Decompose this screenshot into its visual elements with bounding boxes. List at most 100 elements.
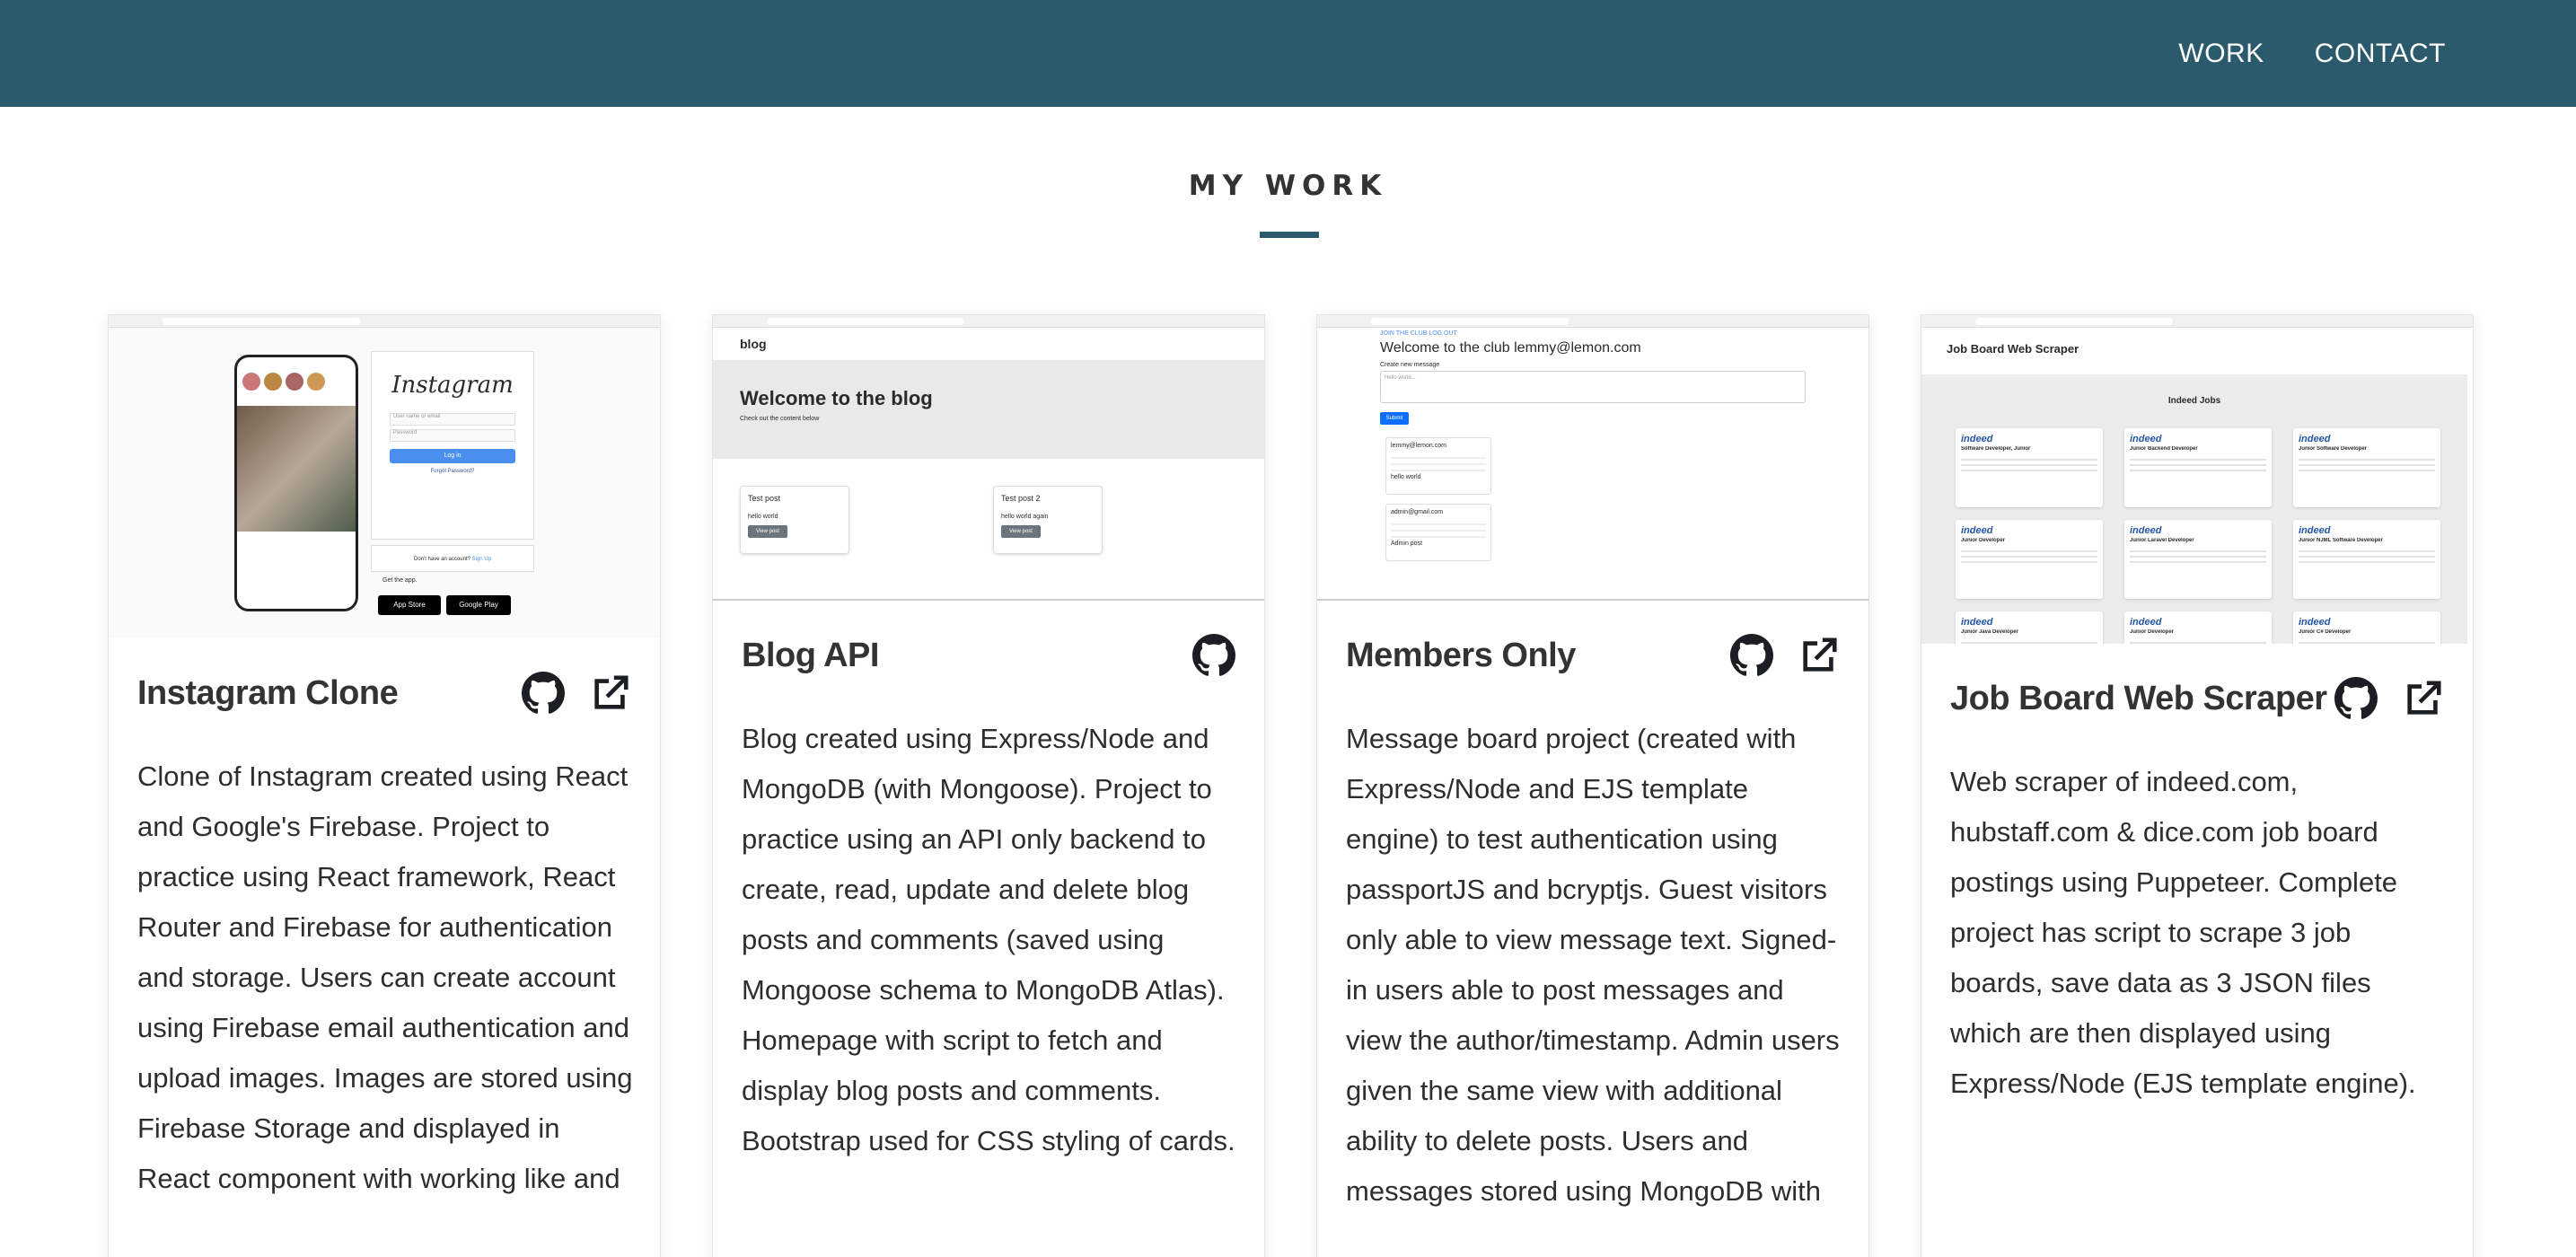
- top-nav-bar: WORK CONTACT: [0, 0, 2576, 107]
- thumb-create-label: Create new message: [1380, 362, 1440, 368]
- thumb-job-title: Junior Backend Developer: [2130, 446, 2198, 452]
- thumb-job-title: Junior Developer: [2130, 629, 2175, 635]
- github-icon[interactable]: [2334, 677, 2378, 720]
- project-description: Clone of Instagram created using React a…: [137, 760, 633, 1194]
- thumb-job-title: Junior NJML Software Developer: [2299, 538, 2383, 543]
- thumb-nav-links: JOIN THE CLUB LOG OUT: [1380, 330, 1457, 337]
- thumb-post-body: hello world: [748, 514, 778, 520]
- project-description: Blog created using Express/Node and Mong…: [742, 723, 1235, 1156]
- thumb-jobs-area: Indeed Jobs indeed Software Developer, Ju…: [1921, 374, 2467, 644]
- thumb-google-play: Google Play: [446, 595, 511, 615]
- project-links: [1730, 634, 1840, 677]
- project-card-job-board-scraper: Job Board Web Scraper Indeed Jobs indeed…: [1921, 314, 2474, 1257]
- thumb-get-app: Get the app.: [382, 577, 418, 584]
- thumb-post-card: Test post 2 hello world again View post: [993, 486, 1103, 554]
- section-title: MY WORK: [1188, 170, 1388, 202]
- project-screenshot[interactable]: Instagram User name or email Password Lo…: [109, 315, 660, 638]
- browser-chrome: [1317, 315, 1868, 328]
- indeed-logo: indeed: [2130, 617, 2162, 628]
- thumb-job-details: [1961, 455, 2097, 471]
- thumb-job-details: [2299, 455, 2435, 471]
- thumb-job-card: indeed Junior Backend Developer: [2124, 428, 2272, 507]
- thumb-view-button: View post: [748, 525, 787, 538]
- thumb-email-input: User name or email: [390, 413, 515, 426]
- thumb-job-details: [2299, 547, 2435, 563]
- nav-link-contact[interactable]: CONTACT: [2315, 39, 2446, 69]
- thumb-jobs-title: Indeed Jobs: [2167, 396, 2221, 406]
- thumb-submit-button: Submit: [1380, 412, 1409, 425]
- github-icon[interactable]: [522, 672, 565, 715]
- project-links: [1192, 634, 1235, 677]
- card-header: Job Board Web Scraper: [1950, 677, 2444, 720]
- indeed-logo: indeed: [2130, 525, 2162, 536]
- project-card-members-only: JOIN THE CLUB LOG OUT Welcome to the clu…: [1316, 314, 1869, 1257]
- thumb-hero-title: Welcome to the blog: [740, 387, 933, 409]
- thumb-hero-sub: Check out the content below: [740, 416, 820, 422]
- thumb-job-title: Junior C# Developer: [2299, 629, 2352, 635]
- thumb-post-title: Test post 2: [1001, 494, 1041, 503]
- thumb-message-body: Admin post: [1391, 541, 1423, 547]
- project-card-instagram: Instagram User name or email Password Lo…: [108, 314, 661, 1257]
- thumb-job-title: Junior Developer: [1961, 538, 2006, 543]
- thumb-blog-brand: blog: [740, 337, 767, 351]
- thumb-job-details: [1961, 547, 2097, 563]
- project-title: Instagram Clone: [137, 673, 399, 712]
- indeed-logo: indeed: [1961, 434, 1993, 444]
- external-link-icon[interactable]: [590, 672, 631, 714]
- thumb-message-author: lemmy@lemon.com: [1391, 443, 1446, 449]
- thumb-message-card: admin@gmail.com Admin post: [1385, 504, 1491, 561]
- indeed-logo: indeed: [2299, 525, 2331, 536]
- thumb-app-store: App Store: [378, 595, 441, 615]
- thumb-job-title: Junior Java Developer: [1961, 629, 2019, 635]
- indeed-logo: indeed: [2299, 617, 2331, 628]
- thumb-signup-prompt: Don't have an account?: [414, 557, 470, 562]
- github-icon[interactable]: [1730, 634, 1773, 677]
- thumb-job-title: Junior Software Developer: [2299, 446, 2368, 452]
- thumb-job-details: [2130, 547, 2266, 563]
- thumb-job-card: indeed Junior NJML Software Developer: [2293, 520, 2440, 599]
- project-card-blog-api: blog Welcome to the blog Check out the c…: [712, 314, 1265, 1257]
- thumb-job-details: [1961, 638, 2097, 644]
- login-panel: Instagram User name or email Password Lo…: [371, 351, 534, 540]
- browser-chrome: [109, 315, 660, 328]
- project-title: Blog API: [742, 636, 879, 674]
- project-screenshot[interactable]: blog Welcome to the blog Check out the c…: [713, 315, 1264, 601]
- thumb-job-title: Junior Laravel Developer: [2130, 538, 2194, 543]
- nav-link-work[interactable]: WORK: [2178, 39, 2264, 69]
- thumb-password-input: Password: [390, 429, 515, 442]
- github-icon[interactable]: [1192, 634, 1235, 677]
- thumb-job-card: indeed Junior Developer: [1956, 520, 2103, 599]
- thumb-job-card: indeed Software Developer, Junior: [1956, 428, 2103, 507]
- project-links: [522, 672, 631, 715]
- thumb-message-card: lemmy@lemon.com hello world: [1385, 437, 1491, 495]
- thumb-job-card: indeed Junior C# Developer: [2293, 611, 2440, 644]
- card-header: Members Only: [1346, 634, 1840, 677]
- main-nav: WORK CONTACT: [2178, 0, 2576, 107]
- thumb-job-details: [2130, 455, 2266, 471]
- thumb-message-input: Hello world...: [1380, 371, 1806, 403]
- external-link-icon[interactable]: [1798, 635, 1840, 676]
- thumb-hero: Welcome to the blog Check out the conten…: [713, 360, 1264, 459]
- thumb-header: Job Board Web Scraper: [1947, 342, 2079, 356]
- project-screenshot[interactable]: Job Board Web Scraper Indeed Jobs indeed…: [1921, 315, 2473, 644]
- thumb-job-details: [2130, 638, 2266, 644]
- project-title: Members Only: [1346, 636, 1576, 674]
- indeed-logo: indeed: [1961, 525, 1993, 536]
- thumb-post-card: Test post hello world View post: [740, 486, 849, 554]
- phone-mockup: [234, 355, 358, 611]
- thumb-post-title: Test post: [748, 494, 781, 503]
- external-link-icon[interactable]: [2403, 678, 2444, 719]
- project-screenshot[interactable]: JOIN THE CLUB LOG OUT Welcome to the clu…: [1317, 315, 1868, 601]
- thumb-login-button: Log in: [390, 449, 515, 463]
- thumb-signup-link: Sign Up: [471, 557, 491, 562]
- project-title: Job Board Web Scraper: [1950, 679, 2327, 717]
- thumb-job-card: indeed Junior Developer: [2124, 611, 2272, 644]
- thumb-heading: Welcome to the club lemmy@lemon.com: [1380, 340, 1641, 356]
- browser-chrome: [713, 315, 1264, 328]
- thumb-job-card: indeed Junior Laravel Developer: [2124, 520, 2272, 599]
- project-links: [2334, 677, 2444, 720]
- project-description: Message board project (created with Expr…: [1346, 723, 1840, 1207]
- thumb-job-details: [2299, 638, 2435, 644]
- thumb-view-button: View post: [1001, 525, 1041, 538]
- thumb-message-body: hello world: [1391, 474, 1421, 480]
